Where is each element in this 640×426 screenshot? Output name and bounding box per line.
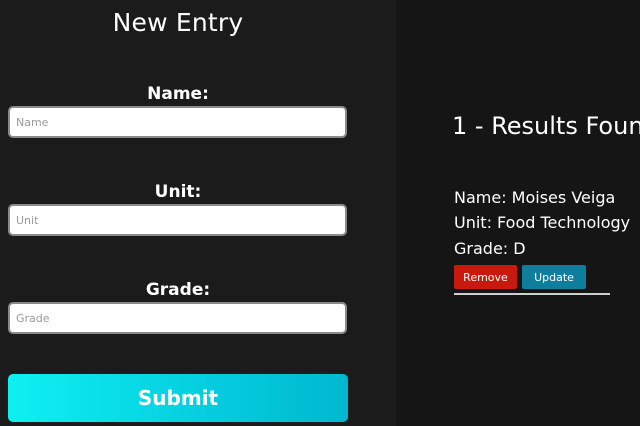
result-divider xyxy=(454,293,610,295)
result-grade: Grade: D xyxy=(454,239,526,258)
remove-button[interactable]: Remove xyxy=(454,265,517,289)
update-button[interactable]: Update xyxy=(522,265,586,289)
grade-label: Grade: xyxy=(145,280,211,300)
unit-input[interactable] xyxy=(8,204,347,236)
submit-button[interactable]: Submit xyxy=(8,374,348,422)
name-label: Name: xyxy=(147,84,209,104)
form-title: New Entry xyxy=(112,8,244,37)
results-count-title: 1 - Results Found xyxy=(452,112,640,140)
grade-input[interactable] xyxy=(8,302,347,334)
name-input[interactable] xyxy=(8,106,347,138)
result-unit: Unit: Food Technology xyxy=(454,213,631,232)
unit-label: Unit: xyxy=(154,182,202,202)
result-name: Name: Moises Veiga xyxy=(454,188,616,207)
